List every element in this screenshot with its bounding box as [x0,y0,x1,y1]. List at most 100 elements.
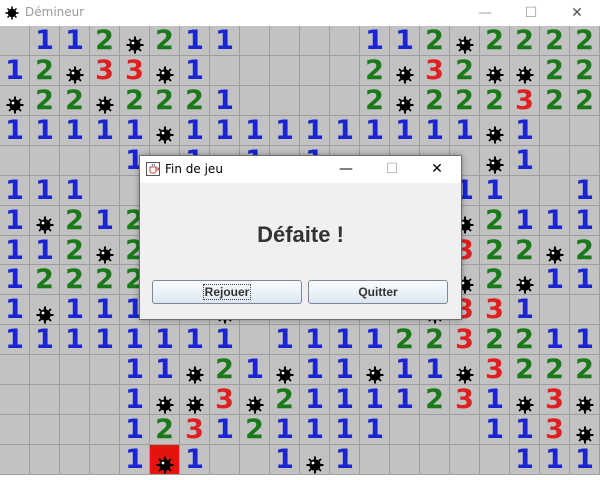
mine-cell[interactable] [480,115,510,146]
number-cell[interactable]: 1 [180,445,210,475]
number-cell[interactable]: 1 [570,205,600,236]
number-cell[interactable]: 3 [450,325,480,356]
number-cell[interactable]: 2 [60,85,90,116]
number-cell[interactable]: 1 [90,205,120,236]
number-cell[interactable]: 2 [480,85,510,116]
mine-cell[interactable] [180,385,210,416]
number-cell[interactable]: 1 [480,415,510,446]
empty-cell[interactable] [330,26,360,56]
number-cell[interactable]: 1 [510,445,540,475]
empty-cell[interactable] [240,26,270,56]
number-cell[interactable]: 2 [90,26,120,56]
number-cell[interactable]: 2 [420,26,450,56]
number-cell[interactable]: 2 [210,355,240,386]
number-cell[interactable]: 1 [360,385,390,416]
number-cell[interactable]: 3 [540,415,570,446]
empty-cell[interactable] [270,55,300,86]
number-cell[interactable]: 2 [30,265,60,296]
number-cell[interactable]: 1 [570,265,600,296]
number-cell[interactable]: 2 [390,325,420,356]
dialog-close-button[interactable]: ✕ [415,156,459,183]
number-cell[interactable]: 2 [60,205,90,236]
close-button[interactable]: ✕ [554,0,600,26]
number-cell[interactable]: 1 [360,115,390,146]
number-cell[interactable]: 1 [480,385,510,416]
number-cell[interactable]: 1 [120,115,150,146]
mine-cell[interactable] [510,55,540,86]
empty-cell[interactable] [60,385,90,416]
number-cell[interactable]: 1 [0,265,30,296]
number-cell[interactable]: 1 [510,205,540,236]
number-cell[interactable]: 1 [480,175,510,206]
empty-cell[interactable] [90,145,120,176]
number-cell[interactable]: 1 [90,115,120,146]
number-cell[interactable]: 2 [150,85,180,116]
empty-cell[interactable] [390,445,420,475]
number-cell[interactable]: 1 [180,26,210,56]
number-cell[interactable]: 1 [120,355,150,386]
number-cell[interactable]: 3 [480,295,510,326]
mine-cell[interactable] [60,55,90,86]
empty-cell[interactable] [540,115,570,146]
mine-cell[interactable] [240,385,270,416]
number-cell[interactable]: 2 [450,55,480,86]
empty-cell[interactable] [360,445,390,475]
number-cell[interactable]: 2 [90,265,120,296]
number-cell[interactable]: 2 [450,85,480,116]
empty-cell[interactable] [240,55,270,86]
mine-cell[interactable] [90,235,120,266]
minimize-button[interactable]: — [462,0,508,26]
number-cell[interactable]: 2 [510,325,540,356]
empty-cell[interactable] [570,145,600,176]
number-cell[interactable]: 1 [30,26,60,56]
empty-cell[interactable] [540,175,570,206]
number-cell[interactable]: 3 [540,385,570,416]
empty-cell[interactable] [0,445,30,475]
empty-cell[interactable] [300,85,330,116]
number-cell[interactable]: 1 [330,355,360,386]
number-cell[interactable]: 1 [210,26,240,56]
empty-cell[interactable] [90,175,120,206]
number-cell[interactable]: 2 [420,385,450,416]
number-cell[interactable]: 1 [390,355,420,386]
number-cell[interactable]: 1 [570,175,600,206]
empty-cell[interactable] [450,415,480,446]
number-cell[interactable]: 2 [510,26,540,56]
empty-cell[interactable] [210,55,240,86]
number-cell[interactable]: 2 [570,26,600,56]
number-cell[interactable]: 1 [330,445,360,475]
number-cell[interactable]: 1 [120,385,150,416]
mine-cell[interactable] [150,115,180,146]
number-cell[interactable]: 1 [540,205,570,236]
number-cell[interactable]: 2 [360,55,390,86]
number-cell[interactable]: 1 [420,355,450,386]
number-cell[interactable]: 1 [330,385,360,416]
number-cell[interactable]: 1 [270,415,300,446]
number-cell[interactable]: 2 [540,55,570,86]
empty-cell[interactable] [90,415,120,446]
number-cell[interactable]: 1 [180,325,210,356]
number-cell[interactable]: 3 [90,55,120,86]
number-cell[interactable]: 2 [420,325,450,356]
empty-cell[interactable] [30,385,60,416]
mine-cell[interactable] [180,355,210,386]
number-cell[interactable]: 2 [60,235,90,266]
mine-cell[interactable] [450,355,480,386]
number-cell[interactable]: 2 [60,265,90,296]
number-cell[interactable]: 2 [480,205,510,236]
number-cell[interactable]: 1 [540,325,570,356]
number-cell[interactable]: 2 [510,355,540,386]
empty-cell[interactable] [30,145,60,176]
number-cell[interactable]: 2 [480,26,510,56]
number-cell[interactable]: 1 [60,26,90,56]
mine-cell[interactable] [360,355,390,386]
number-cell[interactable]: 1 [510,295,540,326]
number-cell[interactable]: 2 [540,355,570,386]
mine-cell[interactable] [90,85,120,116]
mine-cell[interactable] [300,445,330,475]
number-cell[interactable]: 1 [90,325,120,356]
number-cell[interactable]: 1 [150,325,180,356]
mine-cell[interactable] [480,145,510,176]
number-cell[interactable]: 2 [120,85,150,116]
number-cell[interactable]: 1 [510,145,540,176]
